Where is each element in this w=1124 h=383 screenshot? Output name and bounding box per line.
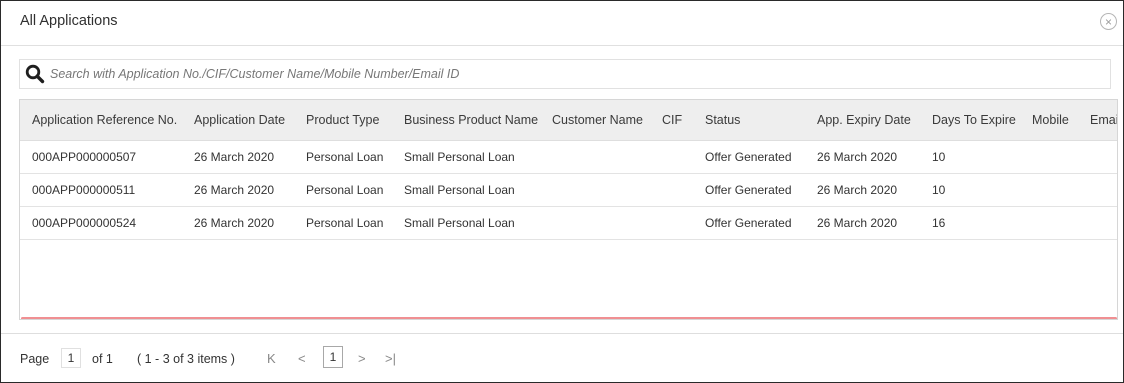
cell-status: Offer Generated xyxy=(693,173,805,207)
column-header-mobile[interactable]: Mobile xyxy=(1020,100,1078,141)
cell-product-type: Personal Loan xyxy=(294,140,392,174)
cell-customer-name xyxy=(540,206,650,240)
cell-application-date: 26 March 2020 xyxy=(182,173,294,207)
next-page-icon[interactable]: > xyxy=(358,351,366,366)
cell-status: Offer Generated xyxy=(693,206,805,240)
cell-product-type: Personal Loan xyxy=(294,173,392,207)
search-bar[interactable] xyxy=(19,59,1111,89)
items-range-label: ( 1 - 3 of 3 items ) xyxy=(137,352,235,366)
table-header-row: Application Reference No. Application Da… xyxy=(20,100,1117,141)
cell-application-reference-no: 000APP000000511 xyxy=(20,173,182,207)
table-row[interactable]: 000APP000000524 26 March 2020 Personal L… xyxy=(20,206,1117,240)
last-page-icon[interactable]: >| xyxy=(385,351,396,366)
cell-application-date: 26 March 2020 xyxy=(182,140,294,174)
table-row[interactable]: 000APP000000507 26 March 2020 Personal L… xyxy=(20,140,1117,174)
column-header-business-product-name[interactable]: Business Product Name xyxy=(392,100,540,141)
column-header-status[interactable]: Status xyxy=(693,100,805,141)
page-label: Page xyxy=(20,352,50,366)
column-header-days-to-expire[interactable]: Days To Expire xyxy=(920,100,1020,141)
close-icon[interactable]: × xyxy=(1100,13,1117,30)
search-input[interactable] xyxy=(50,62,1090,86)
cell-cif xyxy=(650,173,693,207)
cell-days-to-expire: 16 xyxy=(920,206,1020,240)
column-header-product-type[interactable]: Product Type xyxy=(294,100,392,141)
cell-mobile xyxy=(1020,206,1078,240)
cell-app-expiry-date: 26 March 2020 xyxy=(805,206,920,240)
cell-app-expiry-date: 26 March 2020 xyxy=(805,140,920,174)
column-header-application-date[interactable]: Application Date xyxy=(182,100,294,141)
cell-business-product-name: Small Personal Loan xyxy=(392,206,540,240)
pagination-bar: Page 1 of 1 ( 1 - 3 of 3 items ) K < 1 >… xyxy=(1,333,1123,383)
cell-days-to-expire: 10 xyxy=(920,140,1020,174)
column-header-cif[interactable]: CIF xyxy=(650,100,693,141)
cell-product-type: Personal Loan xyxy=(294,206,392,240)
dialog-title: All Applications xyxy=(20,13,118,29)
cell-cif xyxy=(650,140,693,174)
all-applications-dialog: All Applications × Application Reference… xyxy=(0,0,1124,383)
cell-email xyxy=(1078,173,1117,207)
horizontal-scrollbar[interactable] xyxy=(21,317,1117,319)
column-header-email[interactable]: Email xyxy=(1078,100,1117,141)
cell-mobile xyxy=(1020,140,1078,174)
cell-cif xyxy=(650,206,693,240)
dialog-header: All Applications × xyxy=(1,1,1123,46)
previous-page-icon[interactable]: < xyxy=(298,351,306,366)
current-page-button[interactable]: 1 xyxy=(323,346,343,368)
cell-status: Offer Generated xyxy=(693,140,805,174)
search-icon xyxy=(25,64,45,89)
first-page-icon[interactable]: K xyxy=(267,351,276,366)
page-number-input[interactable]: 1 xyxy=(61,348,81,368)
cell-days-to-expire: 10 xyxy=(920,173,1020,207)
table-row[interactable]: 000APP000000511 26 March 2020 Personal L… xyxy=(20,173,1117,207)
cell-business-product-name: Small Personal Loan xyxy=(392,140,540,174)
column-header-customer-name[interactable]: Customer Name xyxy=(540,100,650,141)
column-header-app-expiry-date[interactable]: App. Expiry Date xyxy=(805,100,920,141)
cell-business-product-name: Small Personal Loan xyxy=(392,173,540,207)
page-count-label: of 1 xyxy=(92,352,113,366)
cell-mobile xyxy=(1020,173,1078,207)
cell-application-date: 26 March 2020 xyxy=(182,206,294,240)
column-header-application-reference-no[interactable]: Application Reference No. xyxy=(20,100,182,141)
cell-email xyxy=(1078,140,1117,174)
cell-customer-name xyxy=(540,173,650,207)
applications-table: Application Reference No. Application Da… xyxy=(19,99,1118,320)
cell-application-reference-no: 000APP000000507 xyxy=(20,140,182,174)
cell-app-expiry-date: 26 March 2020 xyxy=(805,173,920,207)
cell-customer-name xyxy=(540,140,650,174)
cell-application-reference-no: 000APP000000524 xyxy=(20,206,182,240)
cell-email xyxy=(1078,206,1117,240)
